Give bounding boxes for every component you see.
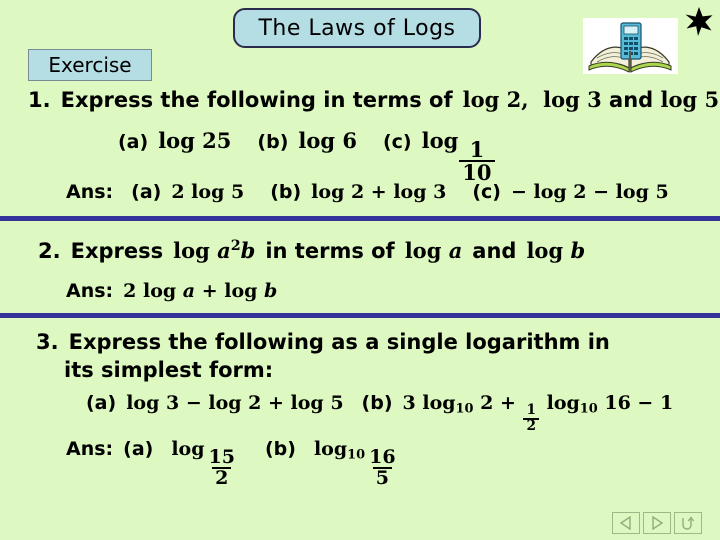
next-slide-button[interactable] xyxy=(643,512,671,534)
question-1-answer-b-expr: log 2 + log 3 xyxy=(311,181,447,203)
question-2-number: 2. xyxy=(38,239,61,263)
question-1-part-c-label: (c) xyxy=(382,131,412,153)
page-title: The Laws of Logs xyxy=(258,15,456,41)
question-1-answer-c-label: (c) xyxy=(472,181,501,203)
question-3-parts: (a) log 3 − log 2 + log 5 (b) 3 log10 2 … xyxy=(86,392,673,434)
question-1-answer-a-label: (a) xyxy=(131,181,162,203)
question-1-answer-b-label: (b) xyxy=(270,181,302,203)
section-divider xyxy=(0,313,720,318)
open-book-with-calculator-icon xyxy=(583,18,678,74)
question-3-answer-label: Ans: xyxy=(66,438,114,460)
question-3-part-b-label: (b) xyxy=(361,392,393,414)
question-3-prompt-text-1: Express the following as a single logari… xyxy=(68,330,610,354)
previous-slide-button[interactable] xyxy=(612,512,640,534)
question-2-prompt-text2: in terms of xyxy=(265,239,395,263)
question-2-prompt-expr2: log a xyxy=(404,238,463,263)
return-arrow-icon xyxy=(682,516,695,530)
section-label-box: Exercise xyxy=(28,49,152,81)
question-3-prompt-line-2: its simplest form: xyxy=(64,358,274,382)
question-3-part-a-expr: log 3 − log 2 + log 5 xyxy=(126,392,344,414)
section-divider xyxy=(0,216,720,221)
question-1-answer-a-expr: 2 log 5 xyxy=(171,181,245,203)
question-1-answer-label: Ans: xyxy=(66,181,114,203)
section-label: Exercise xyxy=(48,53,132,77)
question-1-part-b-label: (b) xyxy=(257,131,289,153)
question-1-answers: Ans: (a) 2 log 5 (b) log 2 + log 3 (c) −… xyxy=(66,181,669,203)
question-1-prompt: 1. Express the following in terms of log… xyxy=(28,87,719,112)
back-triangle-icon xyxy=(619,516,631,530)
question-3-number: 3. xyxy=(36,330,59,354)
question-2-prompt-text: Express xyxy=(70,239,164,263)
question-1-answer-c-expr: − log 2 − log 5 xyxy=(510,181,669,203)
question-2-prompt: 2. Express log a2b in terms of log a and… xyxy=(38,238,585,263)
question-2-prompt-and: and xyxy=(472,239,517,263)
question-3-answer-b-label: (b) xyxy=(264,438,296,460)
question-3-answer-a-expr: log 15 2 xyxy=(171,438,235,490)
slide-canvas: The Laws of Logs Exercise 1. Express the… xyxy=(0,0,720,540)
question-1-part-b-expr: log 6 xyxy=(298,128,357,153)
question-1-number: 1. xyxy=(28,88,51,112)
question-2-answer-expr: 2 log a + log b xyxy=(123,280,278,302)
question-3-part-a-label: (a) xyxy=(86,392,117,414)
question-2-prompt-expr3: log b xyxy=(526,238,586,263)
slide-title-box: The Laws of Logs xyxy=(233,8,481,48)
question-2-answer: Ans: 2 log a + log b xyxy=(66,280,277,302)
return-slide-button[interactable] xyxy=(674,512,702,534)
question-3-part-b-expr: 3 log10 2 + 12 log10 16 − 1 xyxy=(402,392,674,434)
question-2-answer-label: Ans: xyxy=(66,280,114,302)
question-3-answer-a-label: (a) xyxy=(123,438,154,460)
black-star-icon xyxy=(684,6,714,36)
slide-navigation xyxy=(612,512,702,534)
question-1-prompt-text: Express the following in terms of xyxy=(60,88,453,112)
question-2-prompt-expr: log a2b xyxy=(173,238,256,263)
question-3-answers: Ans: (a) log 15 2 (b) log10 16 5 xyxy=(66,438,400,489)
question-3-answer-b-expr: log10 16 5 xyxy=(313,438,396,490)
question-1-parts: (a) log 25 (b) log 6 (c) log 1 10 xyxy=(118,128,496,184)
question-1-part-a-label: (a) xyxy=(118,131,149,153)
forward-triangle-icon xyxy=(652,516,664,530)
question-1-part-a-expr: log 25 xyxy=(158,128,232,153)
question-1-part-c-expr: log 1 10 xyxy=(422,128,496,184)
question-1-prompt-math: log 2, log 3 and log 5 xyxy=(462,87,720,112)
question-3-prompt-line-1: 3. Express the following as a single log… xyxy=(36,330,610,354)
